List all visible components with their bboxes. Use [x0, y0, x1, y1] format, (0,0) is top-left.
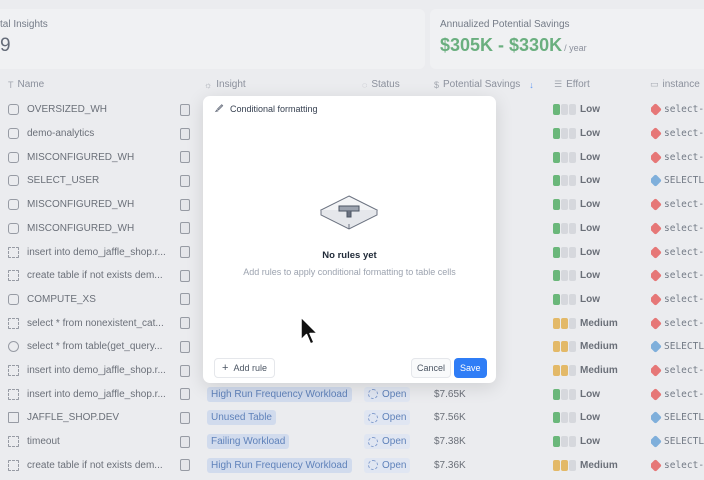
add-rule-label: Add rule: [233, 363, 267, 373]
paint-brush-icon: [214, 104, 224, 113]
empty-state-illustration: [317, 188, 381, 239]
empty-state-title: No rules yet: [322, 250, 377, 261]
paint-roller-icon: [319, 195, 379, 230]
save-button[interactable]: Save: [454, 358, 487, 378]
mouse-cursor-icon: [300, 316, 320, 351]
conditional-formatting-dialog: Conditional formatting No rules yet Add …: [203, 96, 496, 383]
plus-icon: +: [222, 362, 229, 374]
add-rule-button[interactable]: + Add rule: [214, 358, 275, 378]
cancel-button[interactable]: Cancel: [411, 358, 452, 378]
dialog-title: Conditional formatting: [230, 103, 318, 114]
empty-state-subtitle: Add rules to apply conditional formattin…: [243, 267, 456, 277]
dialog-header: Conditional formatting: [213, 103, 318, 114]
